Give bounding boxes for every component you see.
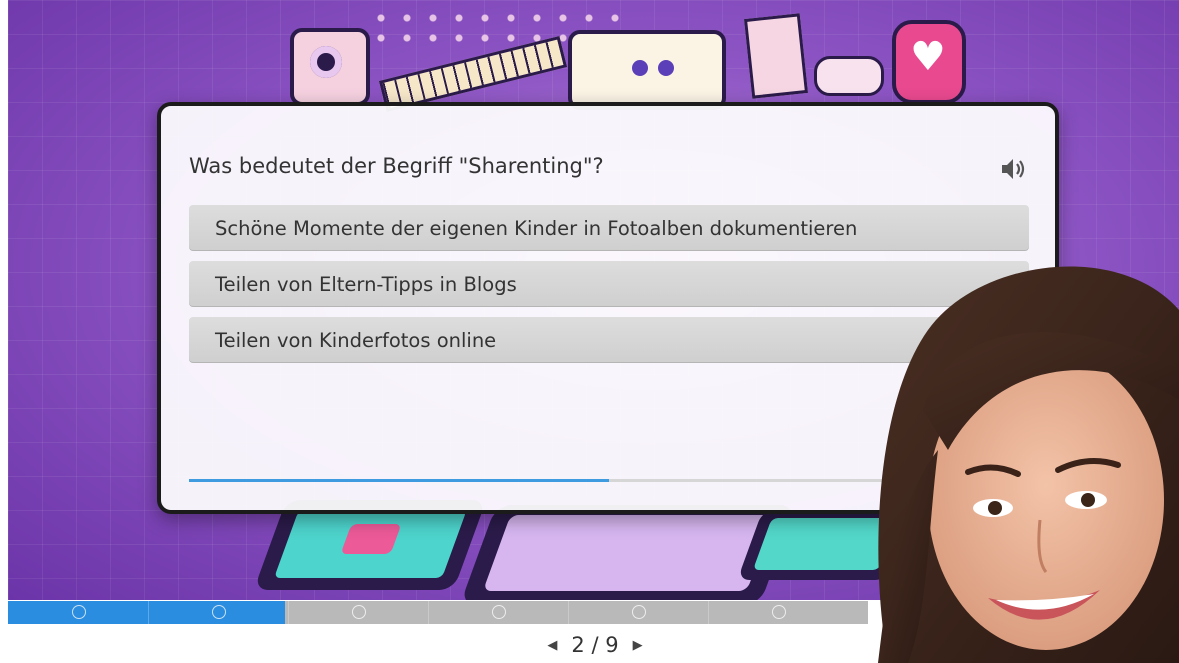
- tag-illustration: [814, 56, 884, 96]
- answer-option-1[interactable]: Schöne Momente der eigenen Kinder in Fot…: [189, 205, 1029, 251]
- answer-timer-fill: [189, 479, 609, 482]
- slide-step-separator: [148, 601, 149, 624]
- triangle-left-icon[interactable]: ◀: [547, 638, 557, 653]
- slide-step-4[interactable]: [492, 605, 506, 619]
- slide-step-2[interactable]: [212, 605, 226, 619]
- triangle-right-icon[interactable]: ▶: [633, 638, 643, 653]
- slide-progress-fill: [8, 601, 286, 624]
- slide-step-3[interactable]: [352, 605, 366, 619]
- slide-progress-bar: [8, 601, 868, 624]
- heart-icon: [892, 20, 966, 104]
- document-icon: [743, 13, 809, 99]
- slide-step-separator: [568, 601, 569, 624]
- slide-step-separator: [288, 601, 289, 624]
- slide-step-5[interactable]: [632, 605, 646, 619]
- tablet-illustration: [459, 505, 797, 600]
- slide-step-separator: [708, 601, 709, 624]
- slide-step-1[interactable]: [72, 605, 86, 619]
- presenter-photo: [868, 250, 1179, 663]
- slide-step-separator: [428, 601, 429, 624]
- slide-navigation: ◀ 2 / 9 ▶: [530, 630, 660, 660]
- browser-window-illustration: [568, 30, 726, 110]
- speaker-icon[interactable]: [999, 156, 1029, 182]
- camera-icon: [290, 28, 370, 106]
- slide-counter: 2 / 9: [571, 633, 619, 657]
- question-text: Was bedeutet der Begriff "Sharenting"?: [189, 154, 604, 178]
- slide-step-6[interactable]: [772, 605, 786, 619]
